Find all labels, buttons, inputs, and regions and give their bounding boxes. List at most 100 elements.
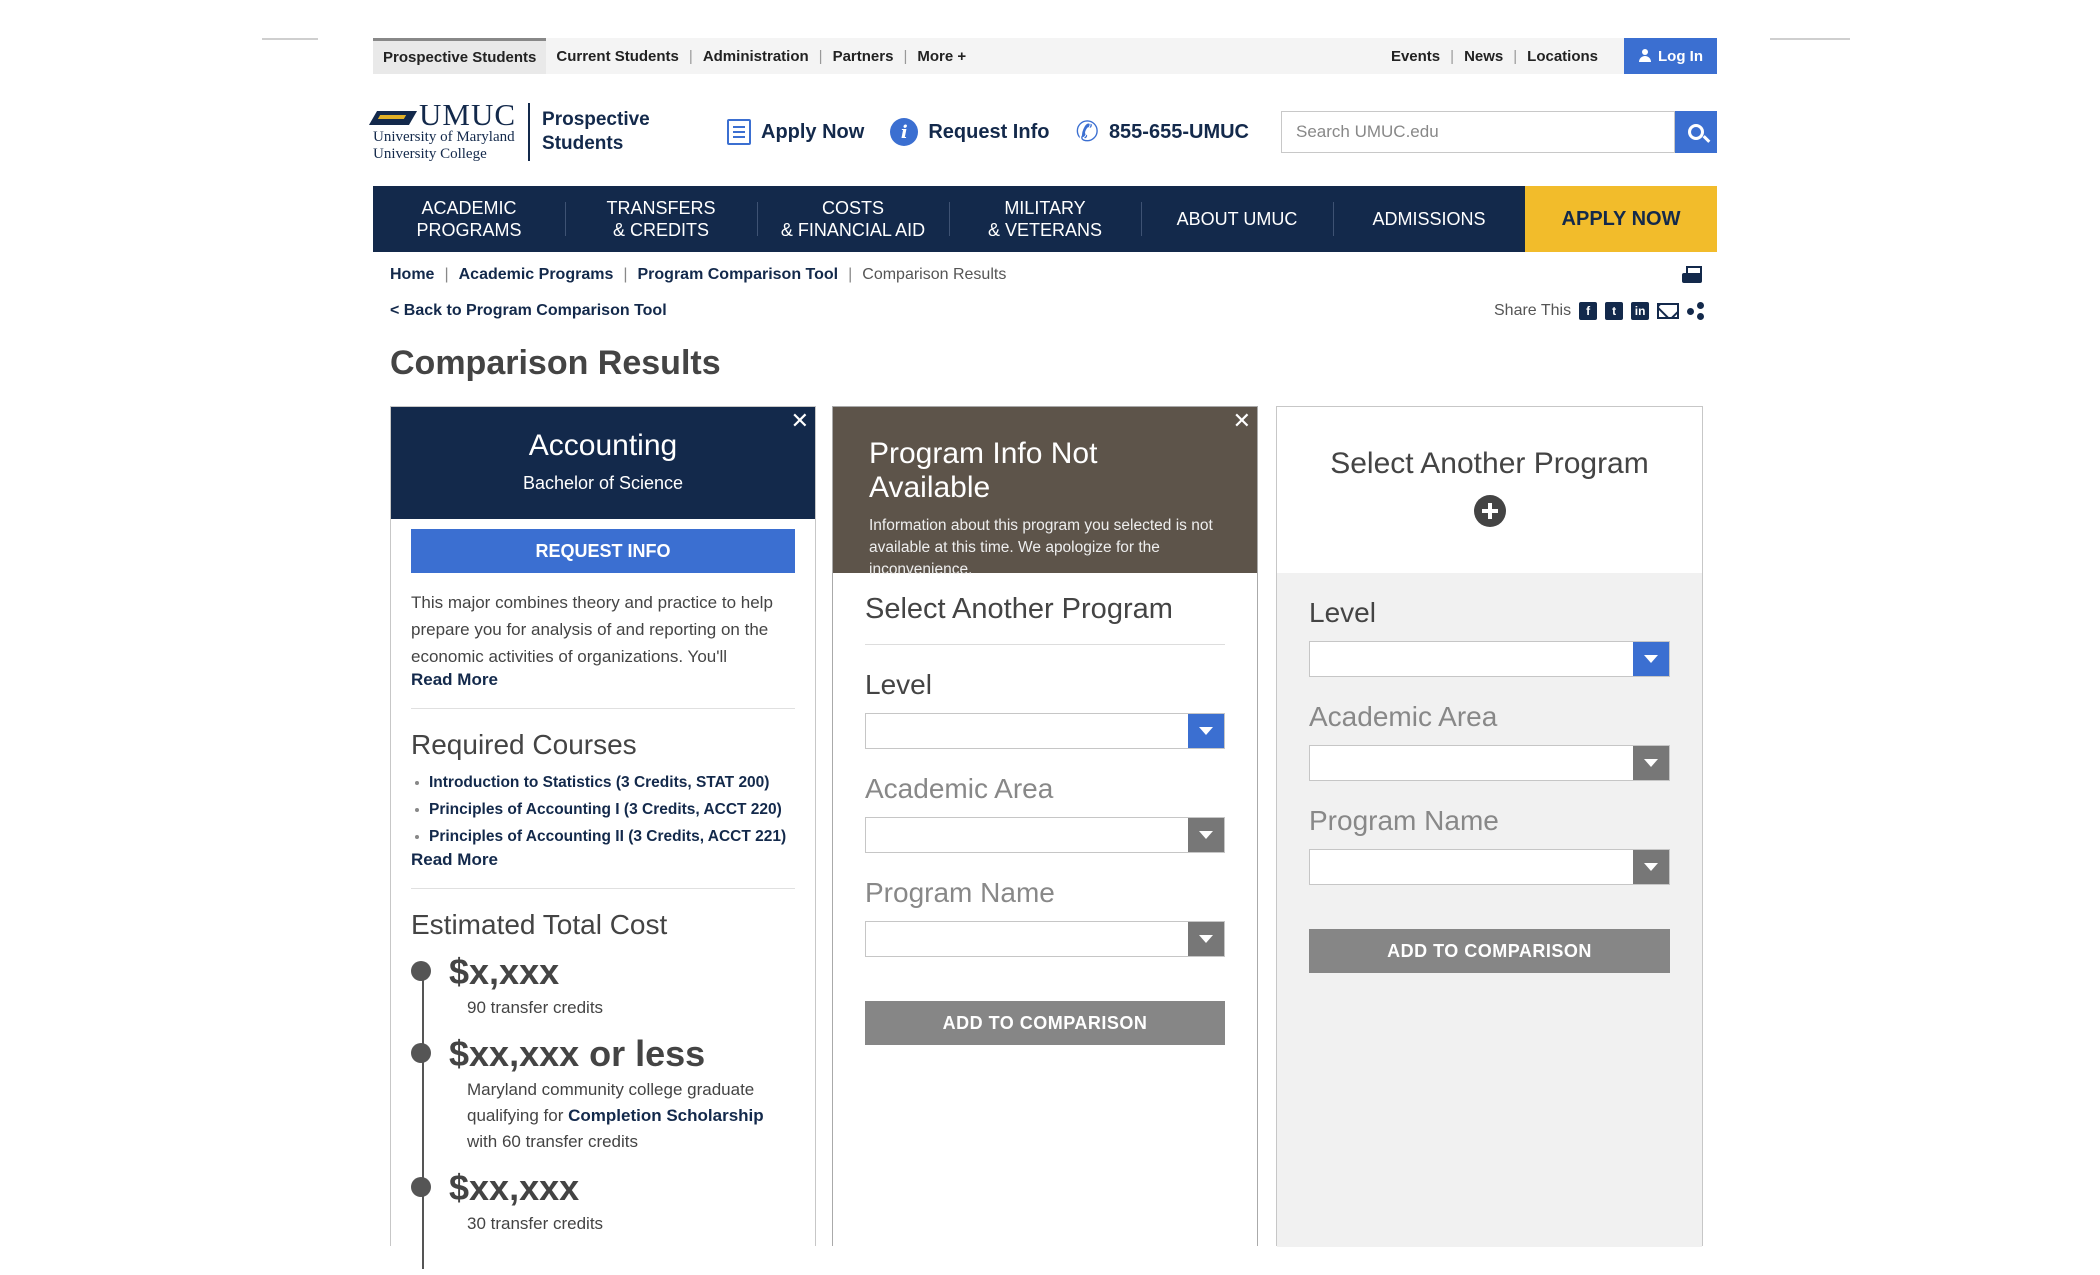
breadcrumb-academic-programs[interactable]: Academic Programs (459, 266, 614, 284)
program-card-empty: Select Another Program Level Academic Ar… (1276, 406, 1703, 1247)
logo-wing-icon (373, 107, 415, 129)
cost-timeline: $x,xxx 90 transfer credits $xx,xxx or le… (411, 949, 795, 1269)
header-apply-link[interactable]: Apply Now (727, 119, 864, 145)
search-input[interactable] (1281, 111, 1675, 153)
cost-note-text: with 60 transfer credits (467, 1132, 639, 1151)
timeline-line (422, 969, 424, 1269)
logo-line2: University College (373, 146, 487, 162)
nav-label: & FINANCIAL AID (780, 220, 926, 240)
cost-item: $xx,xxx 30 transfer credits (411, 1165, 795, 1237)
nav-label: TRANSFERS (606, 198, 716, 218)
breadcrumb-comparison-tool[interactable]: Program Comparison Tool (638, 266, 839, 284)
breadcrumb-sep: | (623, 266, 628, 283)
nav-apply-now-button[interactable]: APPLY NOW (1525, 186, 1717, 252)
nav-label: ACADEMIC (421, 198, 517, 218)
print-icon[interactable] (1682, 266, 1702, 286)
chevron-down-icon (1188, 922, 1224, 956)
main-nav: ACADEMIC PROGRAMS TRANSFERS & CREDITS COST… (373, 186, 1717, 252)
info-icon: i (890, 118, 919, 146)
close-icon[interactable]: ✕ (1233, 410, 1251, 432)
logo-subtitle: Prospective Students (542, 108, 650, 156)
header-request-link[interactable]: i Request Info (890, 118, 1049, 146)
utility-tab-current[interactable]: Current Students (546, 38, 689, 74)
search-button[interactable] (1675, 111, 1717, 153)
utility-tab-partners[interactable]: Partners (823, 38, 904, 74)
level-label: Level (865, 669, 932, 700)
nav-costs-financial-aid[interactable]: COSTS & FINANCIAL AID (757, 186, 949, 252)
nav-label: & CREDITS (612, 220, 709, 240)
description-read-more-link[interactable]: Read More (411, 670, 795, 690)
divider (411, 888, 795, 889)
program-card-header: ✕ Accounting Bachelor of Science (391, 407, 815, 519)
utility-bar: Prospective Students Current Students | … (373, 38, 1717, 74)
chevron-down-icon (1188, 818, 1224, 852)
nav-academic-programs[interactable]: ACADEMIC PROGRAMS (373, 186, 565, 252)
nav-military-veterans[interactable]: MILITARY & VETERANS (949, 186, 1141, 252)
utility-link-locations[interactable]: Locations (1517, 48, 1608, 65)
email-icon[interactable] (1657, 303, 1680, 319)
cost-amount: $xx,xxx or less (449, 1033, 706, 1074)
add-to-comparison-button[interactable]: ADD TO COMPARISON (865, 1001, 1225, 1045)
cost-amount: $x,xxx (449, 951, 560, 992)
utility-link-news[interactable]: News (1454, 48, 1513, 65)
select-program-heading: Select Another Program (865, 593, 1225, 645)
nav-admissions[interactable]: ADMISSIONS (1333, 186, 1525, 252)
course-link[interactable]: Introduction to Statistics (3 Credits, S… (411, 769, 795, 796)
academic-area-label: Academic Area (865, 773, 1054, 804)
share-label: Share This (1494, 302, 1572, 319)
facebook-icon[interactable]: f (1579, 302, 1598, 320)
nav-label: MILITARY (1004, 198, 1086, 218)
level-label: Level (1309, 597, 1376, 628)
utility-tab-more[interactable]: More + (907, 38, 976, 74)
umuc-logo[interactable]: UMUC University of Maryland University C… (373, 99, 673, 163)
utility-link-events[interactable]: Events (1381, 48, 1450, 65)
logo-divider (528, 103, 531, 161)
estimated-cost-heading: Estimated Total Cost (411, 909, 668, 940)
program-name-select[interactable] (1309, 849, 1670, 885)
utility-tab-prospective[interactable]: Prospective Students (373, 38, 547, 74)
logo-line1: University of Maryland (373, 129, 515, 145)
nav-about-umuc[interactable]: ABOUT UMUC (1141, 186, 1333, 252)
plus-circle-icon[interactable] (1473, 495, 1506, 527)
login-label: Log In (1658, 47, 1703, 65)
utility-tab-administration[interactable]: Administration (693, 38, 819, 74)
cost-amount: $xx,xxx (449, 1167, 580, 1208)
course-link[interactable]: Principles of Accounting I (3 Credits, A… (411, 796, 795, 823)
cost-note: 90 transfer credits (467, 998, 604, 1017)
request-info-button[interactable]: REQUEST INFO (411, 529, 795, 573)
cost-note: 30 transfer credits (467, 1214, 604, 1233)
academic-area-select[interactable] (1309, 745, 1670, 781)
level-select[interactable] (1309, 641, 1670, 677)
linkedin-icon[interactable]: in (1631, 302, 1650, 320)
back-link[interactable]: < Back to Program Comparison Tool (390, 302, 667, 320)
close-icon[interactable]: ✕ (791, 410, 809, 432)
nav-transfers-credits[interactable]: TRANSFERS & CREDITS (565, 186, 757, 252)
course-link[interactable]: Principles of Accounting II (3 Credits, … (411, 823, 795, 850)
academic-area-select[interactable] (865, 817, 1225, 853)
site-header: UMUC University of Maryland University C… (373, 92, 1717, 172)
level-select[interactable] (865, 713, 1225, 749)
courses-read-more-link[interactable]: Read More (411, 850, 795, 870)
document-icon (727, 119, 751, 145)
person-icon (1638, 49, 1652, 63)
completion-scholarship-link[interactable]: Completion Scholarship (568, 1106, 764, 1125)
nav-label: PROGRAMS (416, 220, 522, 240)
required-courses-heading: Required Courses (411, 729, 637, 760)
breadcrumb-home[interactable]: Home (390, 266, 434, 284)
breadcrumb: Home | Academic Programs | Program Compa… (390, 266, 1006, 284)
add-to-comparison-button[interactable]: ADD TO COMPARISON (1309, 929, 1670, 973)
header-phone-link[interactable]: ✆ 855-655-UMUC (1075, 118, 1249, 146)
unavailable-message: Information about this program you selec… (869, 517, 1213, 578)
login-button[interactable]: Log In (1624, 38, 1717, 74)
chevron-down-icon (1633, 746, 1669, 780)
program-title: Accounting (528, 429, 678, 462)
nav-label: COSTS (821, 198, 884, 218)
program-name-select[interactable] (865, 921, 1225, 957)
select-another-header: Select Another Program (1277, 407, 1702, 573)
cost-item: $x,xxx 90 transfer credits (411, 949, 795, 1021)
share-icon[interactable] (1687, 302, 1705, 320)
phone-icon: ✆ (1075, 116, 1099, 147)
twitter-icon[interactable]: t (1605, 302, 1624, 320)
timeline-dot (411, 961, 431, 981)
breadcrumb-current: Comparison Results (862, 266, 1007, 283)
